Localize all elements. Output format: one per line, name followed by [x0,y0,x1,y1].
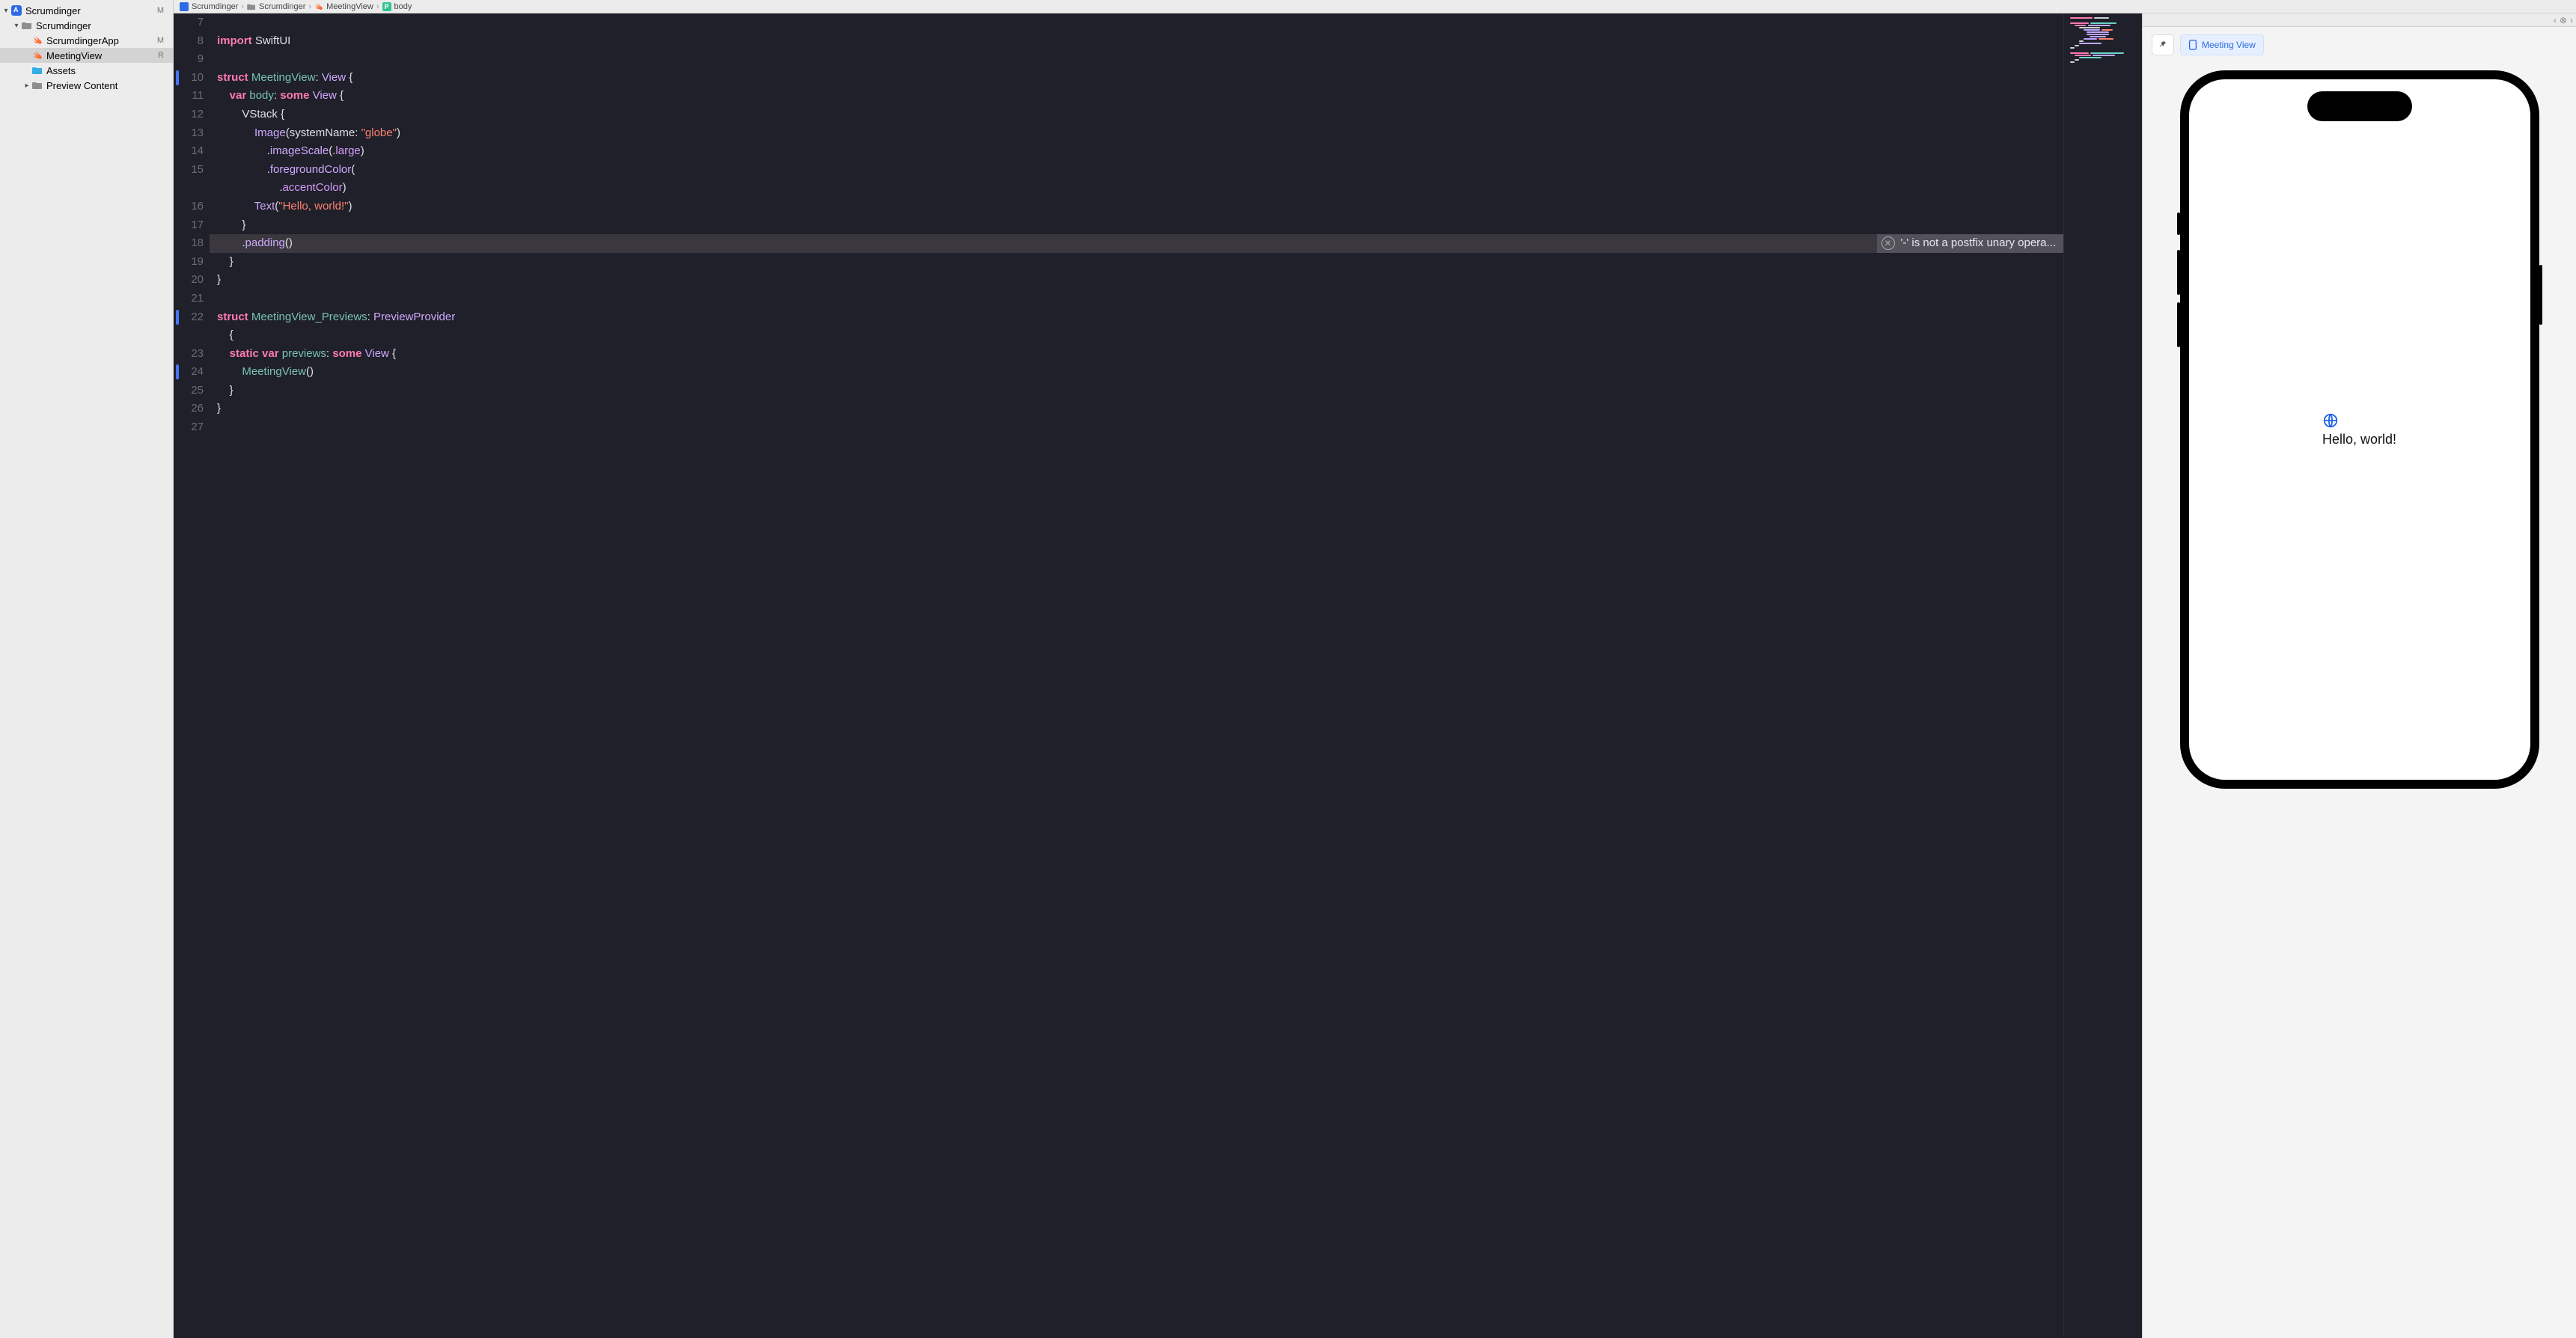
source-editor[interactable]: 789101112131415161718192021222324252627 … [174,13,2142,1338]
device-button [2177,250,2180,295]
nav-project-root[interactable]: ▾ Scrumdinger M [0,3,173,18]
device-screen[interactable]: Hello, world! [2189,79,2530,780]
nav-item-label: Assets [46,65,167,76]
error-icon: ✕ [1881,236,1895,250]
device-stage: Hello, world! [2143,63,2576,1338]
code-line[interactable]: struct MeetingView: View { [210,69,2063,88]
crumb-project[interactable]: Scrumdinger [192,2,238,11]
code-line[interactable]: } [210,271,2063,290]
crumb-group[interactable]: Scrumdinger [259,2,305,11]
nav-item-label: ScrumdingerApp [46,35,154,46]
code-line[interactable]: .padding()✕'-' is not a postfix unary op… [210,234,2063,253]
pin-preview-button[interactable] [2152,34,2174,55]
app-icon [180,2,189,11]
nav-item-label: Scrumdinger [25,5,154,16]
device-button [2177,213,2180,235]
scm-badge: M [154,36,167,45]
chevron-right-icon: ▸ [22,82,31,90]
hello-text: Hello, world! [2322,432,2396,447]
code-line[interactable] [210,50,2063,69]
code-line[interactable]: } [210,382,2063,400]
error-badge[interactable]: ✕ '-' is not a postfix unary opera... [1877,234,2064,253]
app-icon [10,4,22,16]
preview-toolbar: Meeting View [2143,27,2576,63]
code-line[interactable]: } [210,216,2063,235]
pin-icon [2158,40,2168,50]
folder-icon [31,79,43,91]
close-icon[interactable]: ⊗ [2560,15,2567,25]
code-line[interactable]: struct MeetingView_Previews: PreviewProv… [210,308,2063,327]
iphone-device: Hello, world! [2180,70,2539,789]
nav-file-scrumdingerapp[interactable]: ScrumdingerAppM [0,33,173,48]
code-line[interactable]: var body: some View { [210,87,2063,106]
code-line[interactable] [210,290,2063,308]
chevron-right-icon: › [376,2,379,11]
line-number-gutter: 789101112131415161718192021222324252627 [181,13,210,1338]
code-line[interactable]: .foregroundColor( [210,161,2063,180]
code-line[interactable]: Text("Hello, world!") [210,198,2063,216]
app-content: Hello, world! [2322,412,2396,447]
chevron-right-icon: › [308,2,311,11]
nav-group[interactable]: ▾ Scrumdinger [0,18,173,33]
device-button [2539,265,2542,325]
folder-icon [247,3,256,10]
chevron-right-icon: › [241,2,244,11]
preview-selector[interactable]: Meeting View [2180,34,2264,55]
code-line[interactable] [210,418,2063,437]
globe-icon [2322,412,2396,429]
assets-icon [31,64,43,76]
property-icon: P [382,2,391,11]
code-line[interactable]: { [210,326,2063,345]
swift-icon [314,2,323,11]
device-button [2177,302,2180,347]
breadcrumb[interactable]: Scrumdinger › Scrumdinger › MeetingView … [174,0,2576,13]
scm-badge: R [155,51,167,60]
device-icon [2188,40,2197,50]
folder-icon [21,19,33,31]
project-navigator[interactable]: ▾ Scrumdinger M ▾ Scrumdinger Scrumdinge… [0,0,174,1338]
editor-area: Scrumdinger › Scrumdinger › MeetingView … [174,0,2576,1338]
chevron-down-icon: ▾ [12,22,21,30]
crumb-file[interactable]: MeetingView [326,2,373,11]
code-line[interactable]: } [210,400,2063,418]
code-line[interactable]: Image(systemName: "globe") [210,124,2063,143]
code-line[interactable]: } [210,253,2063,272]
nav-item-label: MeetingView [46,50,155,61]
code-line[interactable]: .accentColor) [210,179,2063,198]
code-content[interactable]: import SwiftUI struct MeetingView: View {… [210,13,2063,1338]
minimap[interactable] [2063,13,2142,1338]
preview-name: Meeting View [2202,40,2256,50]
nav-item-label: Scrumdinger [36,20,167,31]
code-line[interactable]: MeetingView() [210,363,2063,382]
dynamic-island [2307,91,2412,121]
chevron-down-icon: ▾ [1,7,10,15]
preview-top-bar: ‹ ⊗ › [2143,13,2576,27]
nav-file-meetingview[interactable]: MeetingViewR [0,48,173,63]
code-line[interactable]: .imageScale(.large) [210,142,2063,161]
nav-forward-icon[interactable]: › [2570,15,2573,25]
code-line[interactable]: static var previews: some View { [210,345,2063,364]
swift-icon [31,34,43,46]
code-line[interactable]: import SwiftUI [210,32,2063,51]
crumb-symbol[interactable]: body [394,2,412,11]
nav-item-label: Preview Content [46,80,167,91]
error-text: '-' is not a postfix unary opera... [1901,234,2057,253]
swift-icon [31,49,43,61]
scm-badge: M [154,6,167,15]
nav-back-icon[interactable]: ‹ [2554,15,2557,25]
code-line[interactable]: VStack { [210,106,2063,124]
nav-file-preview-content[interactable]: ▸ Preview Content [0,78,173,93]
change-gutter [174,13,181,1338]
code-line[interactable] [210,13,2063,32]
nav-file-assets[interactable]: Assets [0,63,173,78]
preview-canvas: ‹ ⊗ › Meeting View [2142,13,2576,1338]
